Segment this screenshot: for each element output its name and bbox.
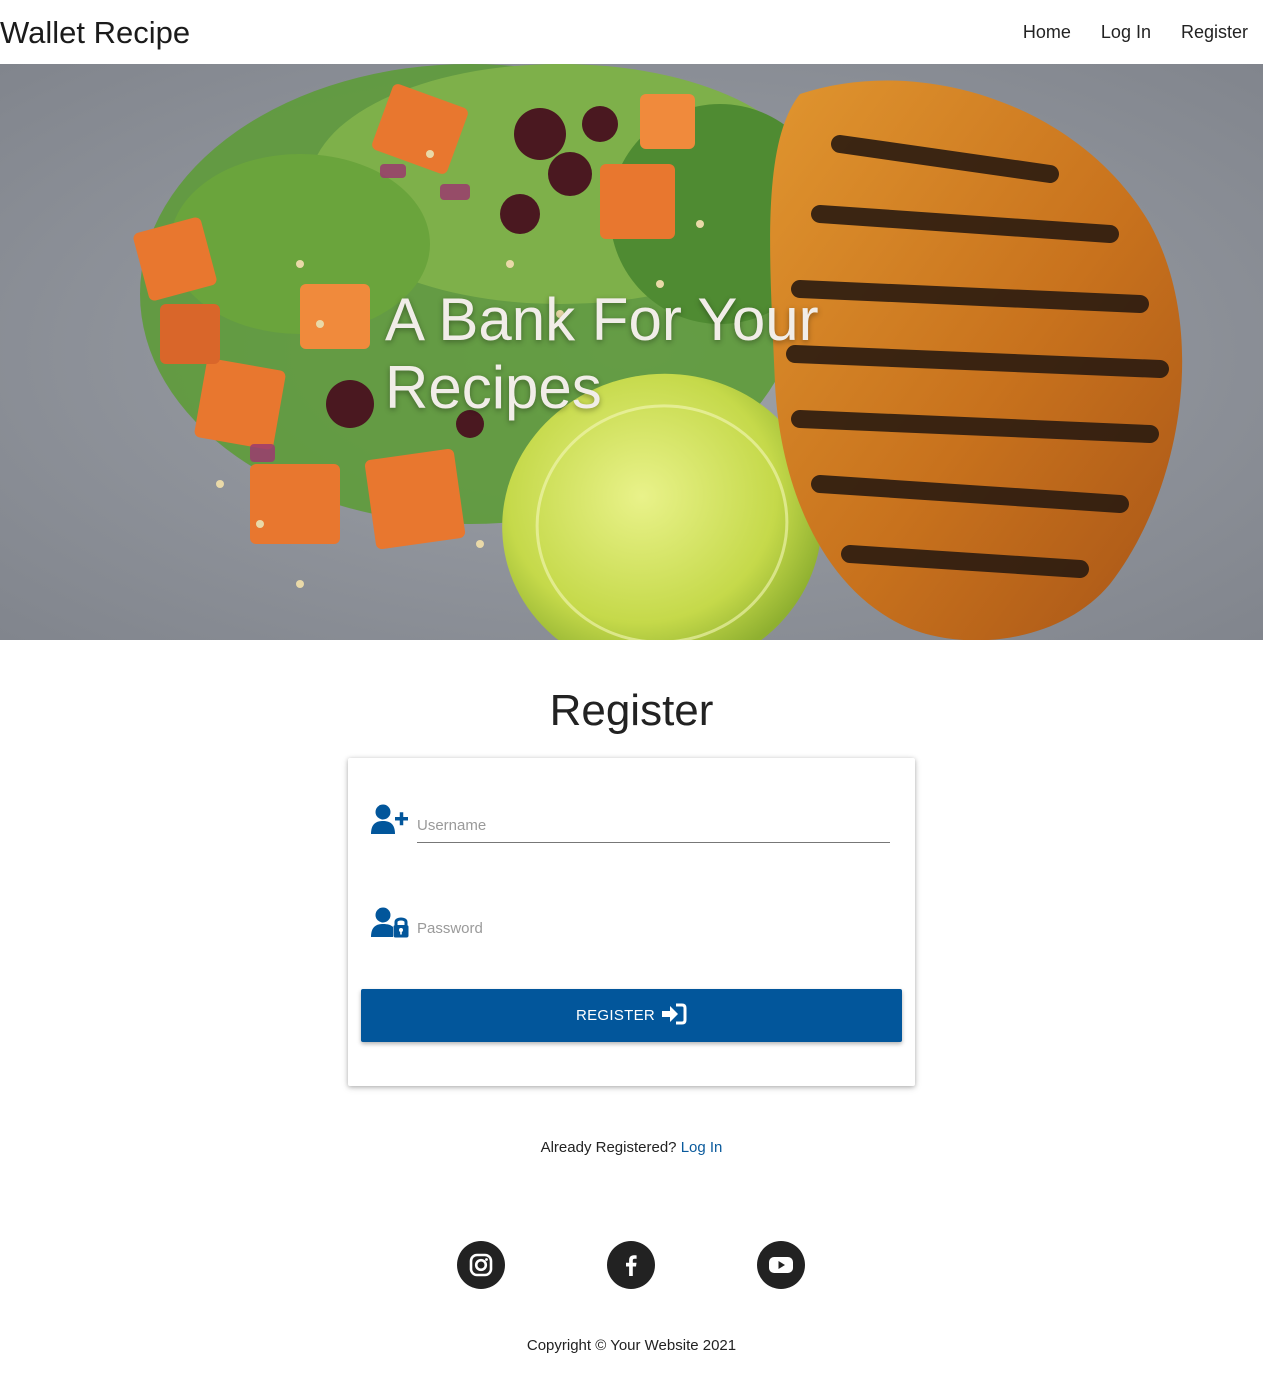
copyright-text: Copyright © Your Website 2021	[526, 1337, 737, 1354]
facebook-button[interactable]	[607, 1241, 655, 1289]
facebook-icon	[626, 1255, 637, 1276]
hero-title-line1: A Bank For Your	[385, 286, 819, 353]
user-plus-icon	[370, 804, 410, 840]
nav-links: Home Log In Register	[1023, 20, 1248, 44]
register-card: REGISTER	[348, 758, 915, 1086]
already-registered: Already Registered? Log In	[0, 1139, 1263, 1156]
hero-title-line2: Recipes	[385, 354, 602, 421]
nav-link-login[interactable]: Log In	[1101, 20, 1151, 44]
sign-in-icon	[661, 1003, 687, 1029]
username-row	[370, 804, 890, 852]
nav-link-home[interactable]: Home	[1023, 20, 1071, 44]
youtube-button[interactable]	[757, 1241, 805, 1289]
hero-banner: A Bank For Your Recipes	[0, 64, 1263, 640]
hero-title: A Bank For Your Recipes	[385, 286, 905, 422]
register-button[interactable]: REGISTER	[361, 989, 902, 1042]
register-title: Register	[549, 686, 714, 735]
password-input[interactable]	[417, 913, 890, 943]
username-underline	[417, 842, 890, 843]
already-registered-text: Already Registered?	[540, 1139, 677, 1156]
instagram-button[interactable]	[457, 1241, 505, 1289]
brand-logo[interactable]: Wallet Recipe	[0, 14, 190, 52]
nav-link-register[interactable]: Register	[1181, 20, 1248, 44]
instagram-icon	[469, 1253, 493, 1277]
login-link[interactable]: Log In	[681, 1139, 723, 1156]
username-input[interactable]	[417, 810, 890, 840]
password-row	[370, 907, 890, 955]
user-lock-icon	[370, 907, 410, 943]
youtube-icon	[769, 1257, 793, 1273]
navbar: Wallet Recipe Home Log In Register	[0, 0, 1263, 64]
register-button-label: REGISTER	[575, 1007, 656, 1024]
